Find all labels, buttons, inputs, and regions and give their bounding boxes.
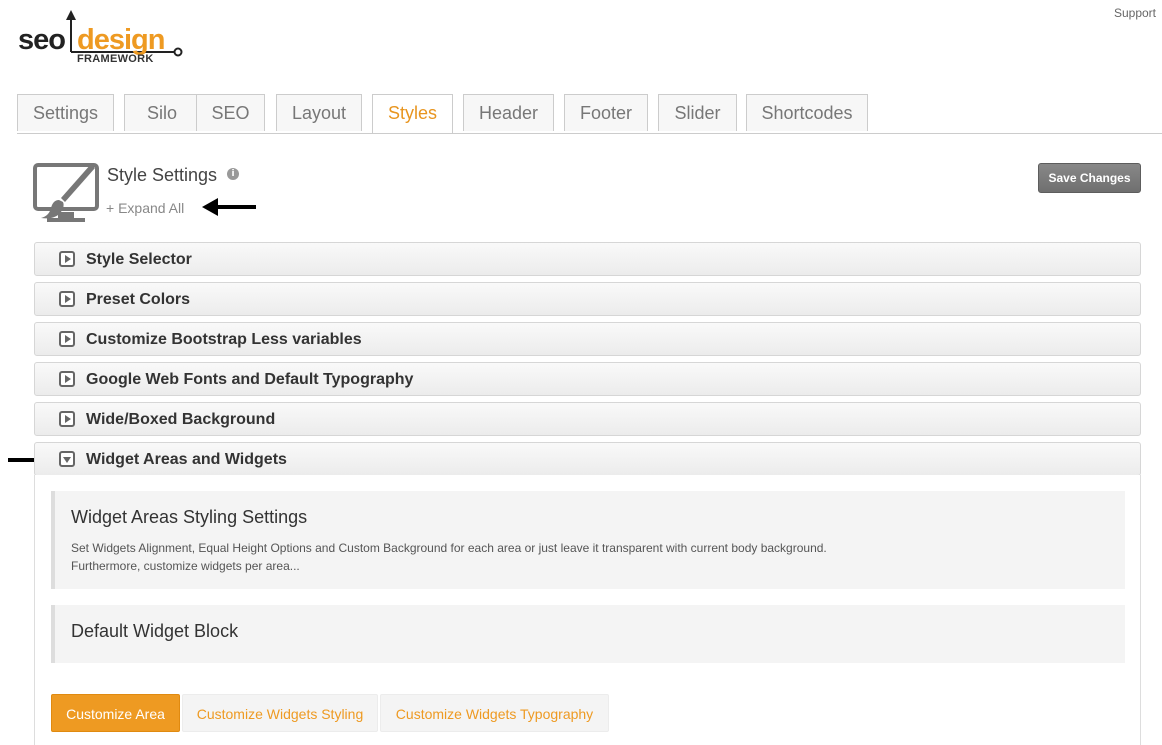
expand-all-link[interactable]: + Expand All [106,200,184,216]
accordion-label: Widget Areas and Widgets [86,451,287,468]
collapse-toggle-icon [59,451,75,467]
accordion-label: Style Selector [86,251,192,268]
accordion-widget-areas[interactable]: Widget Areas and Widgets [34,442,1141,476]
customize-widgets-styling-button[interactable]: Customize Widgets Styling [182,694,378,732]
info-icon[interactable]: i [227,168,239,180]
description-line: Furthermore, customize widgets per area.… [71,559,300,573]
accordion-label: Wide/Boxed Background [86,411,276,428]
customize-area-button[interactable]: Customize Area [51,694,180,732]
expand-toggle-icon [59,331,75,347]
box-description: Set Widgets Alignment, Equal Height Opti… [71,539,827,575]
widget-areas-panel: Widget Areas Styling Settings Set Widget… [34,475,1141,745]
expand-toggle-icon [59,251,75,267]
accordion-google-web-fonts[interactable]: Google Web Fonts and Default Typography [34,362,1141,396]
save-changes-button[interactable]: Save Changes [1038,163,1141,193]
accordion-wide-boxed-background[interactable]: Wide/Boxed Background [34,402,1141,436]
style-monitor-brush-icon [33,163,99,222]
tab-settings[interactable]: Settings [17,94,114,131]
description-line: Set Widgets Alignment, Equal Height Opti… [71,541,827,555]
tab-silo[interactable]: Silo [124,94,200,131]
widget-areas-styling-box: Widget Areas Styling Settings Set Widget… [51,491,1125,589]
expand-toggle-icon [59,411,75,427]
accordion-label: Customize Bootstrap Less variables [86,331,362,348]
logo: seo design FRAMEWORK [18,8,188,70]
tab-footer[interactable]: Footer [564,94,648,131]
tab-seo[interactable]: SEO [196,94,265,131]
expand-toggle-icon [59,291,75,307]
accordion-label: Google Web Fonts and Default Typography [86,371,414,388]
customize-widgets-typography-button[interactable]: Customize Widgets Typography [380,694,609,732]
expand-toggle-icon [59,371,75,387]
tab-layout[interactable]: Layout [276,94,362,131]
logo-tagline: FRAMEWORK [77,53,154,65]
main-tabs: Settings Silo SEO Layout Styles Header F… [17,94,1162,134]
tab-shortcodes[interactable]: Shortcodes [746,94,868,131]
accordion-style-selector[interactable]: Style Selector [34,242,1141,276]
accordion-label: Preset Colors [86,291,191,308]
arrow-left-icon [202,198,256,216]
page-title: Style Settings [107,165,218,185]
tab-slider[interactable]: Slider [658,94,737,131]
tab-header[interactable]: Header [463,94,554,131]
accordion-preset-colors[interactable]: Preset Colors [34,282,1141,316]
tab-styles[interactable]: Styles [372,94,453,133]
accordion-bootstrap-less[interactable]: Customize Bootstrap Less variables [34,322,1141,356]
box-title: Widget Areas Styling Settings [71,507,308,527]
default-widget-block-box: Default Widget Block [51,605,1125,663]
logo-seo-text: seo [18,24,66,56]
support-link[interactable]: Support [1114,6,1156,20]
box-title: Default Widget Block [71,621,239,641]
